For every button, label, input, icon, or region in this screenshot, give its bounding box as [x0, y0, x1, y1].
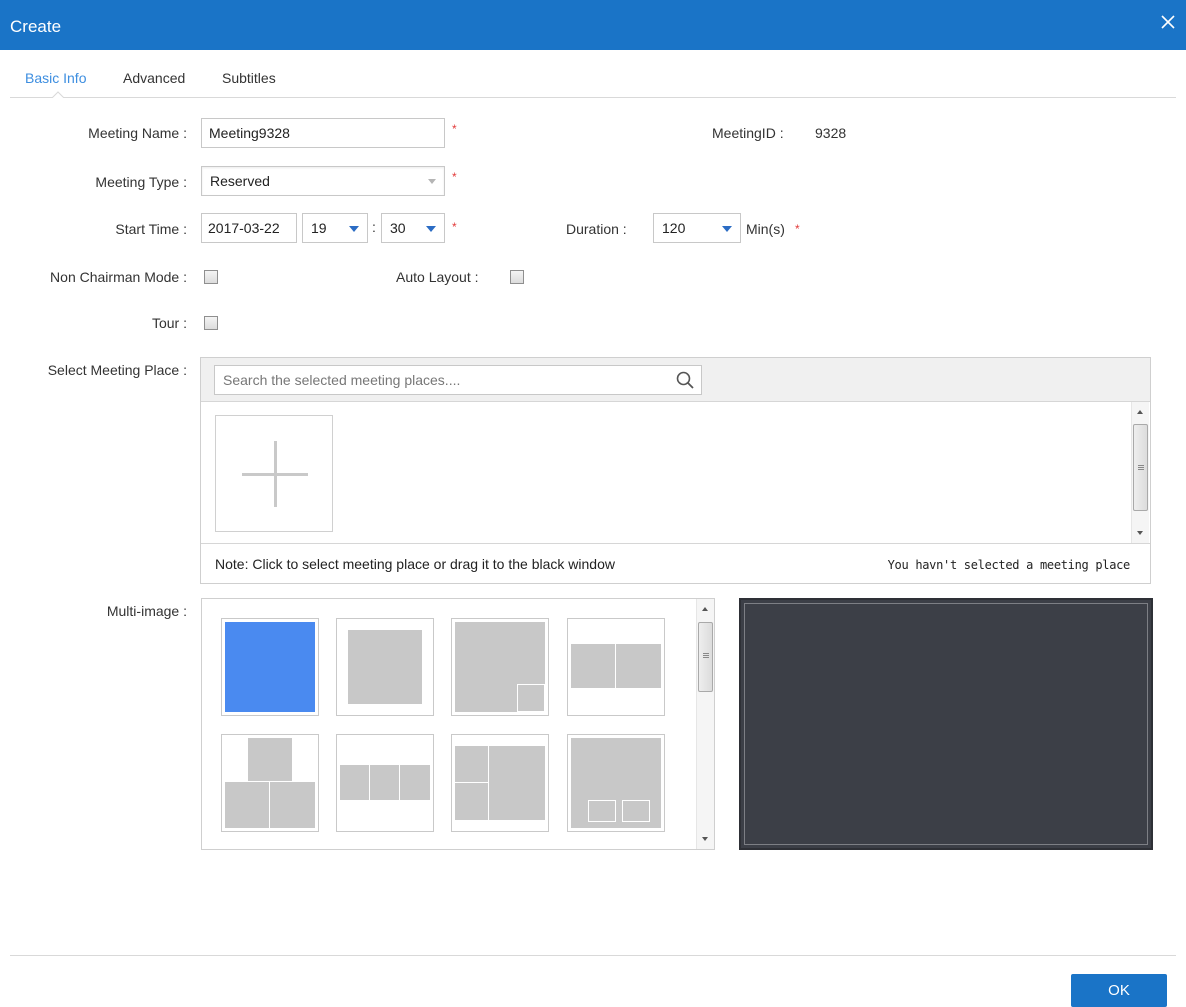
layout-cell [455, 783, 488, 820]
start-date-input[interactable] [201, 213, 297, 243]
grip-line [703, 653, 709, 654]
layout-picture-in-picture[interactable] [451, 618, 549, 716]
non-chairman-mode-label: Non Chairman Mode : [50, 269, 187, 285]
meeting-place-search [214, 365, 702, 395]
meeting-type-label: Meeting Type : [95, 174, 187, 190]
tab-basic-info[interactable]: Basic Info [25, 70, 86, 86]
meeting-type-select[interactable]: Reserved [201, 166, 445, 196]
layout-cell [455, 746, 488, 782]
chevron-down-icon [428, 179, 436, 184]
layout-cell [370, 765, 399, 800]
required-marker: * [452, 220, 457, 234]
chevron-down-icon [426, 226, 436, 232]
layout-two-side-by-side[interactable] [567, 618, 665, 716]
active-tab-caret-icon [52, 91, 64, 98]
layout-cell [225, 622, 315, 712]
scroll-up-icon[interactable] [1137, 410, 1143, 414]
select-meeting-place-label: Select Meeting Place : [47, 362, 187, 378]
add-meeting-place-button[interactable] [215, 415, 333, 532]
tour-label: Tour : [151, 315, 187, 331]
layout-cell [588, 800, 616, 822]
layout-cell [517, 684, 545, 712]
scrollbar-thumb[interactable] [698, 622, 713, 692]
required-marker: * [452, 122, 457, 136]
footer-divider [10, 955, 1176, 956]
meeting-id-label: MeetingID : [712, 125, 784, 141]
meeting-place-panel: Note: Click to select meeting place or d… [200, 357, 1151, 584]
meeting-place-note: Note: Click to select meeting place or d… [215, 556, 615, 572]
meeting-place-toolbar [201, 358, 1150, 402]
multi-image-layout-panel [201, 598, 715, 850]
dialog-title-bar: Create [0, 0, 1186, 50]
grip-line [703, 655, 709, 656]
layout-cell [270, 782, 315, 828]
tab-divider [10, 97, 1176, 98]
start-hour-select[interactable]: 19 [302, 213, 368, 243]
ok-button[interactable]: OK [1071, 974, 1167, 1007]
start-minute-value: 30 [390, 220, 406, 236]
meeting-place-status: You havn't selected a meeting place [887, 558, 1131, 572]
layout-cell [400, 765, 430, 800]
required-marker: * [795, 222, 800, 236]
layout-cell [225, 782, 269, 828]
layout-cell [489, 746, 545, 820]
meeting-name-input[interactable] [201, 118, 445, 148]
multi-image-scrollbar[interactable] [696, 599, 714, 849]
meeting-place-search-input[interactable] [215, 366, 655, 394]
scrollbar-thumb[interactable] [1133, 424, 1148, 511]
video-preview-window[interactable] [739, 598, 1153, 850]
layout-cell [348, 630, 422, 704]
chevron-down-icon [722, 226, 732, 232]
auto-layout-checkbox[interactable] [510, 270, 524, 284]
scroll-up-icon[interactable] [702, 607, 708, 611]
grip-line [1138, 469, 1144, 470]
layout-cell [622, 800, 650, 822]
layout-cell [248, 738, 292, 781]
duration-label: Duration : [566, 221, 627, 237]
duration-unit: Min(s) [746, 221, 785, 237]
grip-line [1138, 467, 1144, 468]
layout-cell [616, 644, 661, 688]
non-chairman-mode-checkbox[interactable] [204, 270, 218, 284]
scroll-down-icon[interactable] [1137, 531, 1143, 535]
multi-image-label: Multi-image : [106, 603, 187, 619]
layout-single-full[interactable] [221, 618, 319, 716]
start-minute-select[interactable]: 30 [381, 213, 445, 243]
tab-subtitles[interactable]: Subtitles [222, 70, 276, 86]
required-marker: * [452, 170, 457, 184]
grip-line [1138, 465, 1144, 466]
time-separator: : [372, 219, 376, 235]
chevron-down-icon [349, 226, 359, 232]
dialog-title: Create [10, 17, 62, 36]
auto-layout-label: Auto Layout : [396, 269, 479, 285]
meeting-name-label: Meeting Name : [88, 125, 187, 141]
start-time-label: Start Time : [115, 221, 187, 237]
layout-cell [571, 644, 615, 688]
layout-three-left-stack[interactable] [451, 734, 549, 832]
tab-bar: Basic Info Advanced Subtitles [0, 50, 1186, 98]
preview-frame [744, 603, 1148, 845]
plus-icon [274, 441, 277, 507]
meeting-type-value: Reserved [210, 173, 270, 189]
search-icon[interactable] [675, 370, 695, 390]
duration-select[interactable]: 120 [653, 213, 741, 243]
meeting-place-scrollbar[interactable] [1131, 402, 1149, 543]
layout-single-center[interactable] [336, 618, 434, 716]
grip-line [703, 657, 709, 658]
close-icon[interactable] [1158, 12, 1178, 32]
scroll-down-icon[interactable] [702, 837, 708, 841]
layout-three-pyramid[interactable] [221, 734, 319, 832]
meeting-id-value: 9328 [815, 125, 847, 141]
layout-cell [340, 765, 369, 800]
tab-advanced[interactable]: Advanced [123, 70, 185, 86]
layout-one-plus-two-pip[interactable] [567, 734, 665, 832]
layout-three-row[interactable] [336, 734, 434, 832]
duration-value: 120 [662, 220, 686, 236]
meeting-place-footer: Note: Click to select meeting place or d… [201, 543, 1150, 583]
tour-checkbox[interactable] [204, 316, 218, 330]
start-hour-value: 19 [311, 220, 327, 236]
